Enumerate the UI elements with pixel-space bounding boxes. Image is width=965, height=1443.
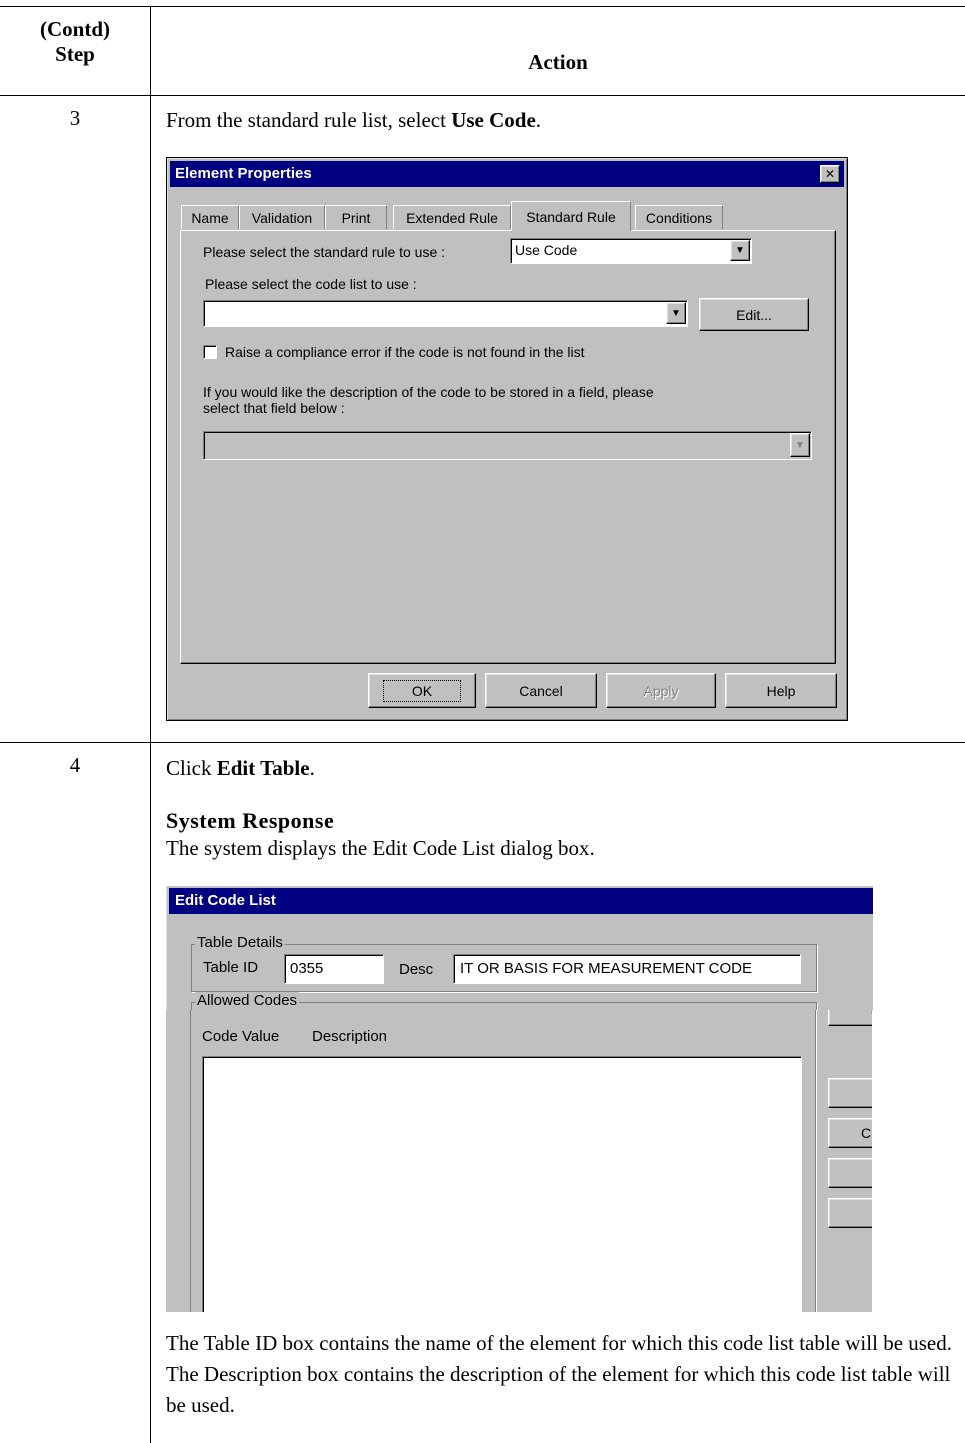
step-number: 3 (69, 106, 81, 130)
allowed-codes-list[interactable] (202, 1056, 802, 1312)
dialog-titlebar: Element Properties ✕ (170, 161, 844, 187)
tab-strip: Name Validation Print Extended Rule Stan… (181, 201, 841, 233)
instruction-text: From the standard rule list, select (166, 108, 452, 132)
code-list-label: Please select the code list to use : (205, 276, 417, 292)
chevron-down-icon: ▼ (735, 245, 745, 256)
description-field-select[interactable]: ▼ (203, 431, 812, 460)
edit-button-label: Edit... (736, 306, 772, 323)
help-button-label: Help (766, 682, 796, 699)
apply-button[interactable]: Apply (606, 673, 716, 708)
dialog-titlebar: Edit Code List (169, 888, 873, 914)
step-column-header: (Contd) Step (0, 17, 150, 67)
close-button[interactable]: ✕ (820, 165, 840, 183)
system-response-text: The system displays the Edit Code List d… (166, 836, 595, 860)
help-button[interactable]: Help (725, 673, 837, 708)
table-details-label: Table Details (195, 934, 285, 951)
description-field-label: If you would like the description of the… (203, 384, 654, 416)
instruction-bold: Use Code (451, 108, 536, 132)
description-label-line1: If you would like the description of the… (203, 384, 654, 400)
chevron-down-icon: ▼ (671, 307, 681, 319)
action-column-header: Action (528, 50, 588, 74)
column-header-code-value: Code Value (202, 1028, 280, 1045)
side-button-close[interactable]: C (828, 1010, 872, 1026)
instruction-bold: Edit Table (216, 756, 310, 780)
table-top-border (0, 6, 965, 7)
rule-select[interactable]: Use Code ▼ (510, 238, 752, 264)
close-icon: ✕ (824, 167, 836, 181)
change-button-label: Ch (861, 1125, 872, 1141)
apply-button-label: Apply (643, 682, 679, 699)
step-instruction: Click Edit Table. (166, 756, 315, 781)
desc-input[interactable]: IT OR BASIS FOR MEASUREMENT CODE (453, 954, 801, 984)
edit-code-list-body: Code Value Description C N Ch D L (166, 1010, 872, 1312)
delete-button[interactable]: D (828, 1158, 872, 1188)
cancel-button-label: Cancel (519, 682, 563, 699)
code-list-select[interactable]: ▼ (203, 300, 688, 327)
header-bottom-border (0, 95, 965, 96)
table-id-value: 0355 (290, 960, 324, 977)
tab-conditions[interactable]: Conditions (635, 205, 723, 229)
system-response-heading: System Response (166, 808, 335, 833)
tab-extended-rule[interactable]: Extended Rule (393, 205, 511, 229)
edit-code-list-dialog-crop: Edit Code List Table Details Table ID 03… (166, 886, 873, 1010)
column-divider (150, 6, 151, 1443)
instruction-suffix: . (535, 108, 542, 132)
column-header-description: Description (312, 1028, 388, 1045)
instruction-text: Click (166, 756, 217, 780)
description-label-line2: select that field below : (203, 400, 345, 416)
new-button[interactable]: N (828, 1078, 872, 1108)
load-button-label: L (871, 1205, 872, 1221)
step-instruction: From the standard rule list, select Use … (166, 108, 541, 133)
tab-standard-rule[interactable]: Standard Rule (511, 201, 631, 231)
step-number: 4 (69, 753, 81, 777)
element-properties-dialog: Element Properties ✕ Name Validation Pri… (166, 157, 848, 721)
tab-name[interactable]: Name (181, 205, 239, 229)
side-button-close-label: C (871, 1010, 872, 1020)
ok-button-label: OK (382, 679, 462, 702)
tab-panel: Please select the standard rule to use :… (180, 230, 836, 664)
rule-label: Please select the standard rule to use : (203, 244, 446, 260)
tab-print[interactable]: Print (325, 205, 387, 229)
desc-label: Desc (399, 961, 434, 978)
cancel-button[interactable]: Cancel (485, 673, 597, 708)
allowed-codes-label: Allowed Codes (195, 992, 300, 1009)
compliance-checkbox[interactable] (203, 345, 217, 359)
tab-validation[interactable]: Validation (239, 205, 325, 229)
dialog-title: Edit Code List (175, 892, 276, 909)
ok-button[interactable]: OK (368, 673, 476, 708)
footer-paragraph: The Table ID box contains the name of th… (166, 1331, 953, 1417)
instruction-suffix: . (309, 756, 315, 780)
load-button[interactable]: L (828, 1198, 872, 1228)
step-header-line2: Step (55, 42, 95, 66)
new-button-label: N (871, 1085, 872, 1101)
change-button[interactable]: Ch (828, 1118, 872, 1148)
row-divider (0, 742, 965, 743)
rule-dropdown-arrow[interactable]: ▼ (730, 240, 750, 261)
table-id-input[interactable]: 0355 (284, 954, 384, 984)
description-dropdown-arrow[interactable]: ▼ (790, 433, 810, 457)
dialog-title: Element Properties (175, 165, 312, 182)
chevron-down-icon: ▼ (795, 439, 805, 451)
code-list-dropdown-arrow[interactable]: ▼ (666, 302, 686, 324)
desc-value: IT OR BASIS FOR MEASUREMENT CODE (460, 960, 752, 977)
table-id-label: Table ID (203, 959, 259, 976)
edit-button[interactable]: Edit... (699, 298, 809, 331)
compliance-checkbox-label: Raise a compliance error if the code is … (225, 344, 585, 360)
rule-select-value: Use Code (515, 242, 578, 258)
delete-button-label: D (871, 1165, 872, 1181)
step-header-line1: (Contd) (39, 17, 110, 41)
